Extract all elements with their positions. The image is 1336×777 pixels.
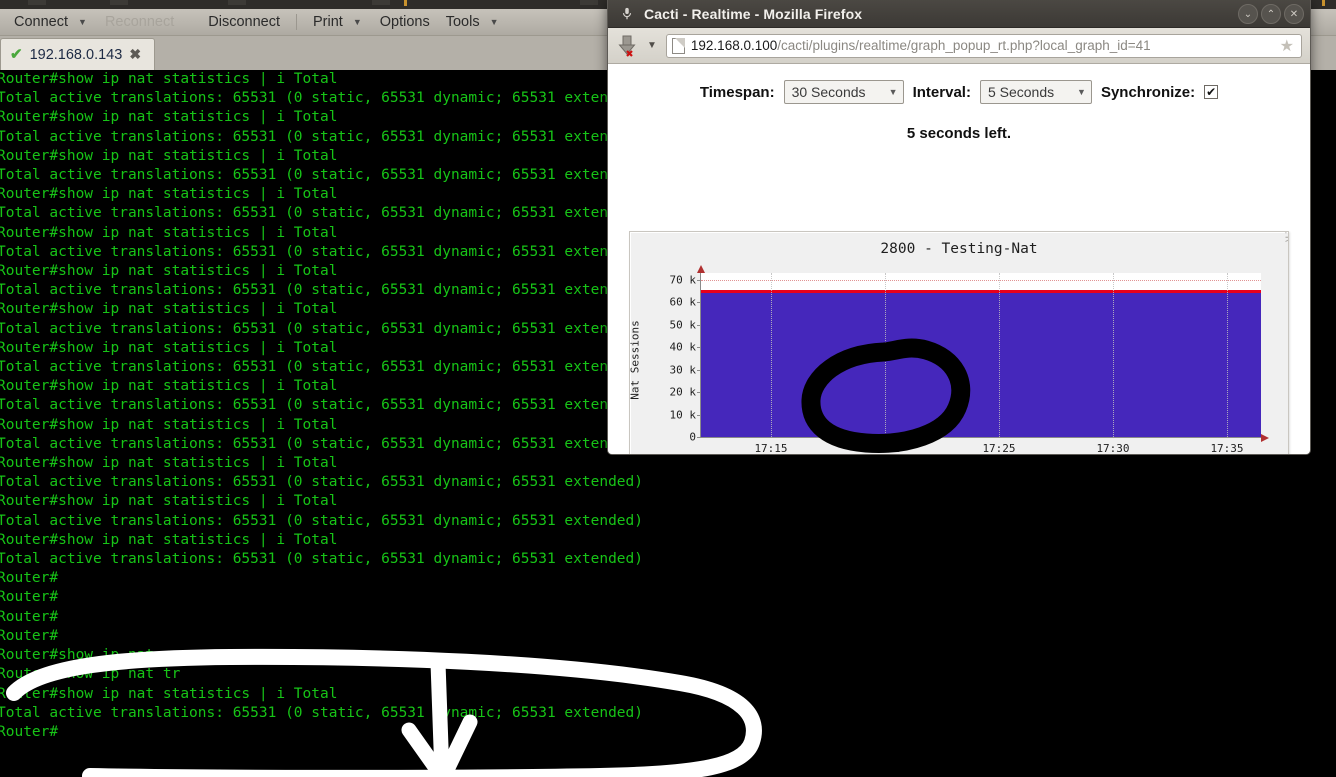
x-axis-tick-label: 17:20 [868,442,902,454]
download-stopped-icon[interactable] [616,34,638,58]
chevron-down-icon-print[interactable]: ▼ [351,17,372,27]
terminal-line: Router# [0,589,59,606]
x-axis-tick-label: 17:15 [754,442,788,454]
maximize-icon[interactable]: ⌃ [1261,4,1281,24]
gridline-horizontal [701,279,1261,281]
chevron-down-icon-connect[interactable]: ▼ [76,17,97,27]
url-text: 192.168.0.100/cacti/plugins/realtime/gra… [690,38,1151,53]
y-axis-tick-label: 60 k [669,295,697,309]
minimize-icon[interactable]: ⌄ [1238,4,1258,24]
y-axis-tick-mark [697,437,701,438]
graph-peak-line [701,289,1261,293]
y-axis-tick-label: 70 k [669,273,697,287]
interval-value: 5 Seconds [987,84,1055,100]
firefox-titlebar[interactable]: Cacti - Realtime - Mozilla Firefox ⌄ ⌃ ✕ [608,0,1310,28]
menu-reconnect: Reconnect [104,14,175,30]
terminal-line: Total active translations: 65531 (0 stat… [0,512,644,529]
interval-label: Interval: [912,83,971,101]
x-axis-line [701,437,1261,438]
window-title: Cacti - Realtime - Mozilla Firefox [644,5,863,22]
terminal-line: Router#show ip nat statistics | i Total [0,455,338,472]
firefox-page-content: Timespan: 30 Seconds ▼ Interval: 5 Secon… [608,64,1310,454]
page-icon [671,37,685,54]
timespan-value: 30 Seconds [791,84,866,100]
terminal-line: Router#show ip nat tr [0,666,181,683]
menu-divider [296,14,297,30]
rrd-graph[interactable]: 2800 - Testing-Nat Nat Sessions RRDTOOL … [629,231,1289,454]
check-icon: ✔ [10,46,23,63]
terminal-line: Router# [0,608,59,625]
y-axis-tick-label: 50 k [669,318,697,332]
terminal-line: Router#show ip nat statistics | i Total [0,531,338,548]
y-axis-tick-mark [697,279,701,281]
gridline-vertical [1227,273,1228,437]
countdown-text: 5 seconds left. [906,125,1012,142]
timespan-label: Timespan: [699,83,775,101]
url-bar[interactable]: 192.168.0.100/cacti/plugins/realtime/gra… [665,33,1302,58]
terminal-line: Total active translations: 65531 (0 stat… [0,704,644,721]
cacti-toolbar: Timespan: 30 Seconds ▼ Interval: 5 Secon… [608,64,1310,104]
terminal-line: Router#show ip nat statistics | i Total [0,493,338,510]
graph-watermark: RRDTOOL / TOBI OETIKER [1282,232,1288,244]
menu-disconnect[interactable]: Disconnect [200,11,288,33]
gridline-vertical [885,273,886,437]
menu-connect[interactable]: Connect [6,11,76,33]
close-icon[interactable]: ✖ [129,46,141,63]
terminal-line: Total active translations: 65531 (0 stat… [0,551,644,568]
bookmark-star-icon[interactable]: ★ [1280,36,1296,56]
terminal-line: Router#show ip nat statistics | i Total [0,685,338,702]
menu-print[interactable]: Print [305,11,351,33]
firefox-window: Cacti - Realtime - Mozilla Firefox ⌄ ⌃ ✕… [607,0,1311,455]
timespan-select[interactable]: 30 Seconds ▼ [783,80,904,104]
chevron-down-icon-timespan: ▼ [888,87,898,97]
gridline-vertical [999,273,1000,437]
synchronize-label: Synchronize: [1100,83,1196,101]
window-controls: ⌄ ⌃ ✕ [1238,4,1304,24]
terminal-line: Router# [0,627,59,644]
gridline-vertical [1113,273,1114,437]
terminal-line: Router# [0,723,59,740]
screen: Connect ▼ Reconnect Disconnect Print ▼ O… [0,0,1336,777]
chevron-down-icon-downloads[interactable]: ▼ [642,40,662,51]
synchronize-checkbox[interactable]: ✔ [1204,85,1219,99]
chevron-down-icon-interval: ▼ [1077,87,1086,97]
x-axis-tick-label: 17:25 [982,442,1016,454]
firefox-navbar: ▼ 192.168.0.100/cacti/plugins/realtime/g… [608,28,1310,64]
y-axis-tick-label: 30 k [669,363,697,377]
terminal-line: Router#show ip nat [0,647,155,664]
chevron-down-icon-tools[interactable]: ▼ [488,17,509,27]
x-axis-tick-label: 17:30 [1096,442,1130,454]
x-axis-arrow-icon [1261,434,1269,442]
microphone-icon [622,7,632,19]
y-axis-tick-label: 0 [689,430,696,444]
gridline-vertical [771,273,772,437]
menu-options[interactable]: Options [372,11,438,33]
y-axis-tick-label: 40 k [669,340,697,354]
graph-ylabel: Nat Sessions [629,320,642,400]
y-axis-tick-label: 20 k [669,385,697,399]
terminal-tab-192-168-0-143[interactable]: ✔ 192.168.0.143 ✖ [0,38,155,70]
close-icon[interactable]: ✕ [1284,4,1304,24]
y-axis-arrow-icon [697,265,705,273]
graph-area-series-average [701,289,1261,437]
y-axis-tick-label: 10 k [669,408,697,422]
graph-plot-area: 0 10 k 20 k 30 k 40 k 50 k 60 k 70 k 17:15 17:20 1… [670,265,1269,454]
terminal-line: Total active translations: 65531 (0 stat… [0,474,644,491]
terminal-tab-label: 192.168.0.143 [29,46,123,63]
menu-tools[interactable]: Tools [438,11,488,33]
terminal-line: Router# [0,570,59,587]
graph-title: 2800 - Testing-Nat [880,241,1038,257]
interval-select[interactable]: 5 Seconds ▼ [979,80,1092,104]
x-axis-tick-label: 17:35 [1210,442,1244,454]
